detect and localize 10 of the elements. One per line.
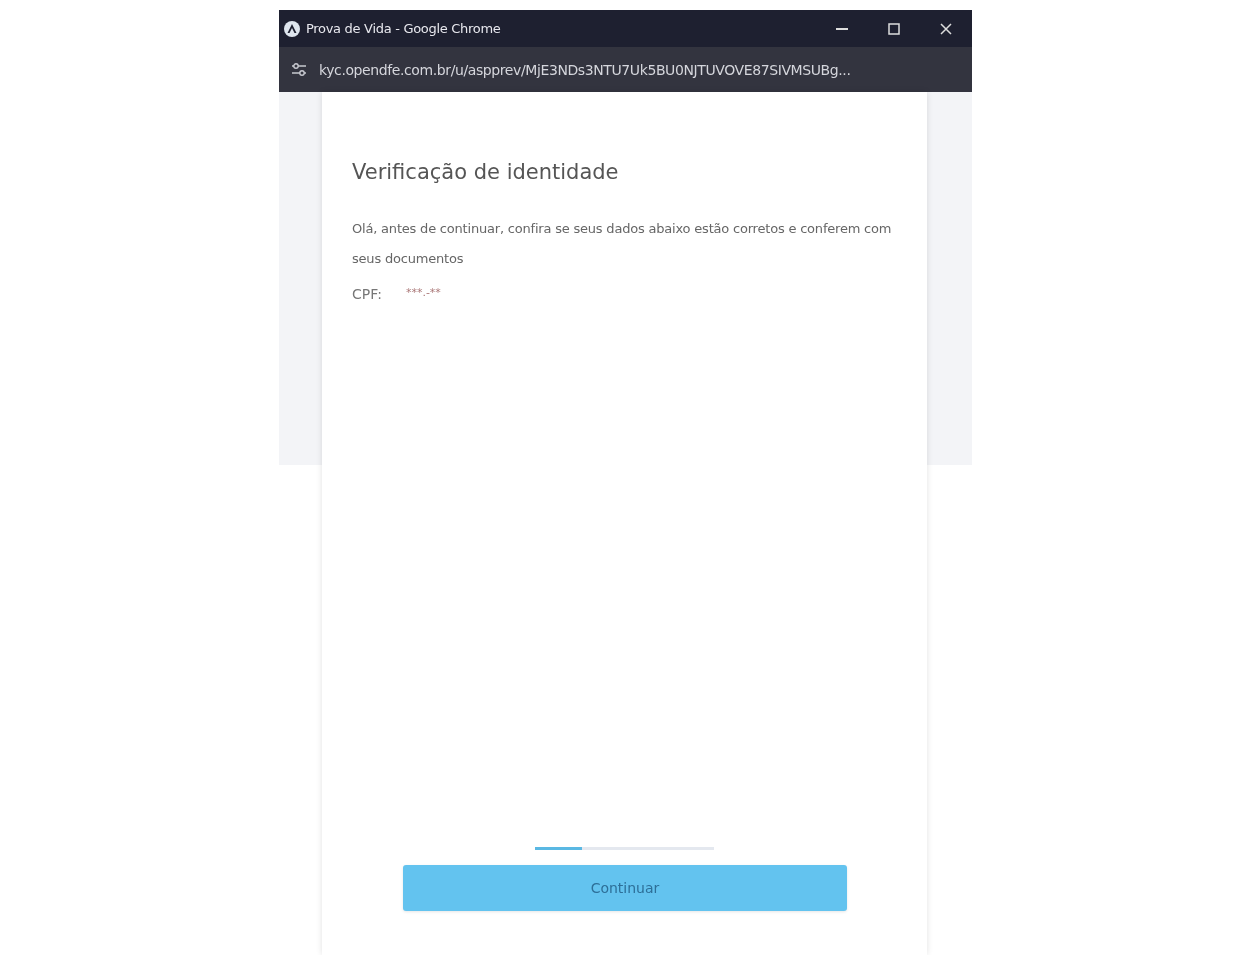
app-logo-icon: [284, 20, 300, 37]
window-title: Prova de Vida - Google Chrome: [306, 21, 502, 36]
field-label: CPF:: [352, 286, 382, 302]
maximize-icon: [888, 22, 900, 35]
minimize-icon: [836, 27, 848, 30]
intro-text: Olá, antes de continuar, confira se seus dados abaixo estão corretos e conferem com seus documentos: [352, 220, 893, 268]
close-icon: [940, 22, 952, 35]
page-heading: Verificação de identidade: [352, 160, 620, 184]
site-settings-icon[interactable]: [291, 62, 307, 77]
field-value: ***.-**: [405, 286, 441, 301]
